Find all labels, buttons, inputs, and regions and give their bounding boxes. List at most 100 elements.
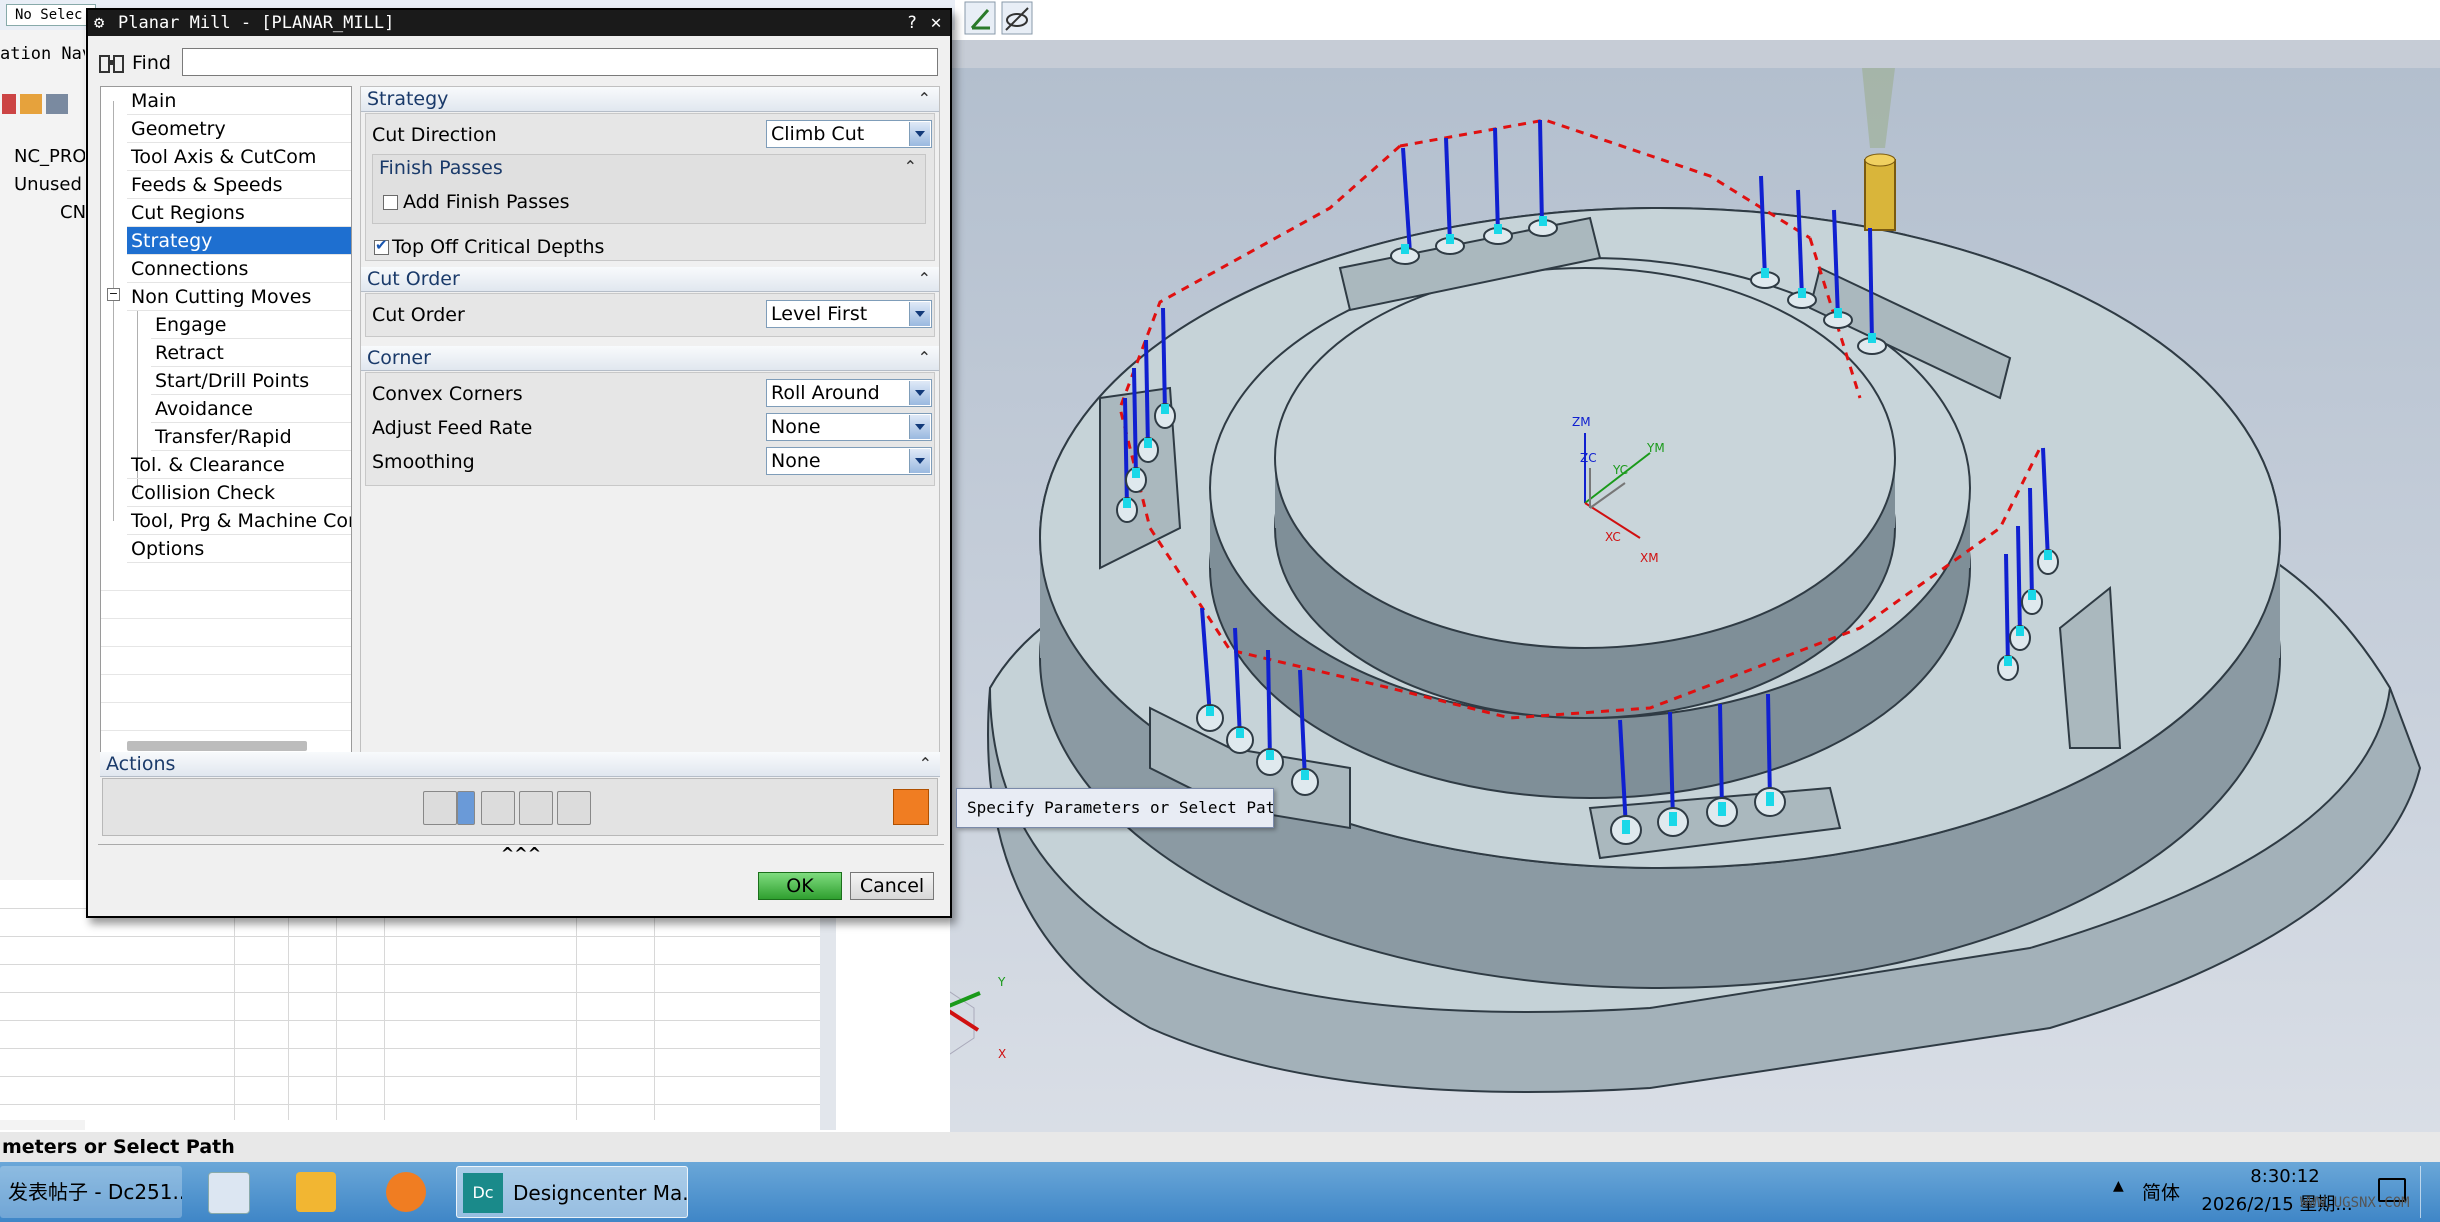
verify-icon[interactable] [519,791,553,825]
actions-section-header[interactable]: Actions ⌃ [100,752,940,777]
corner-section-header[interactable]: Corner ⌃ [361,346,939,371]
tree-item-transfer-rapid[interactable]: Transfer/Rapid [151,423,351,451]
dropdown-arrow-icon[interactable] [909,381,930,405]
taskbar-item-post[interactable]: 发表帖子 - Dc251... [0,1166,182,1218]
convex-corners-label: Convex Corners [372,383,523,405]
smoothing-value: None [771,450,821,472]
list-icon[interactable] [557,791,591,825]
tree-scrollbar[interactable] [127,741,307,751]
tree-item-tool-axis[interactable]: Tool Axis & CutCom [127,143,351,171]
find-input[interactable] [182,48,938,76]
tree-item-connections[interactable]: Connections [127,255,351,283]
chevron-up-icon[interactable]: ⌃ [904,157,917,176]
navigator-toolbar[interactable] [0,92,85,118]
cut-direction-select[interactable]: Climb Cut [766,120,932,148]
close-button[interactable]: ✕ [926,13,946,33]
tree-item-feeds-speeds[interactable]: Feeds & Speeds [127,171,351,199]
tree-item-geometry[interactable]: Geometry [127,115,351,143]
axis-label-zc: ZC [1580,451,1597,465]
clock-time[interactable]: 8:30:12 [2230,1166,2340,1187]
nav-item-unused[interactable]: Unused [0,174,85,200]
tree-item-tool-prg-machine[interactable]: Tool, Prg & Machine Cont [127,507,351,535]
ok-button[interactable]: OK [758,872,842,900]
gear-icon[interactable]: ⚙ [94,10,104,36]
generate-dropdown-icon[interactable] [457,791,475,825]
graphics-viewport[interactable]: ZM YM ZC YC XC XM Z Y X [913,68,2440,1132]
dropdown-arrow-icon[interactable] [909,449,930,473]
dropdown-arrow-icon[interactable] [909,302,930,326]
expand-dialog-button[interactable]: ^^^ [98,844,944,863]
tree-item-options[interactable]: Options [127,535,351,563]
convex-corners-select[interactable]: Roll Around [766,379,932,407]
actions-toolbar [102,778,938,836]
find-label: Find [132,52,171,74]
top-off-label: Top Off Critical Depths [392,236,605,258]
taskbar: 发表帖子 - Dc251... Dc Designcenter Ma... [0,1162,2440,1222]
navigator-title: ation Nav [0,44,85,64]
actions-heading: Actions [106,753,176,775]
cut-order-section-header[interactable]: Cut Order ⌃ [361,267,939,292]
smoothing-select[interactable]: None [766,447,932,475]
status-bar: meters or Select Path [0,1132,2440,1162]
cut-direction-label: Cut Direction [372,124,497,146]
show-desktop-button[interactable] [2420,1166,2439,1218]
triad-y: Y [997,975,1006,989]
tree-item-engage[interactable]: Engage [151,311,351,339]
cut-order-section-body: Cut Order Level First [365,293,935,337]
chevron-up-icon[interactable]: ⌃ [918,87,931,111]
strategy-section-header[interactable]: Strategy ⌃ [361,87,939,112]
binoculars-icon [99,55,124,73]
cut-order-heading: Cut Order [367,268,460,290]
parameter-tree[interactable]: Main Geometry Tool Axis & CutCom Feeds &… [100,86,352,760]
axis-label-xm: XM [1640,551,1659,565]
corner-section-body: Convex Corners Roll Around Adjust Feed R… [365,372,935,486]
selection-filter[interactable]: No Selec [6,4,96,26]
tree-item-tol-clearance[interactable]: Tol. & Clearance [127,451,351,479]
folder-icon[interactable] [296,1172,336,1212]
tree-item-non-cutting-moves[interactable]: Non Cutting Moves [127,283,351,311]
nav-item-nc-program[interactable]: NC_PRO [0,146,85,172]
adjust-feed-rate-select[interactable]: None [766,413,932,441]
tree-item-retract[interactable]: Retract [151,339,351,367]
tooltip: Specify Parameters or Select Path [956,788,1274,828]
replay-icon[interactable] [481,791,515,825]
axis-label-yc: YC [1612,463,1628,477]
cancel-button[interactable]: Cancel [850,872,934,900]
cut-order-value: Level First [771,303,868,325]
tree-item-main[interactable]: Main [127,87,351,115]
axis-label-zm: ZM [1572,415,1591,429]
adjust-feed-rate-value: None [771,416,821,438]
chevron-up-icon[interactable]: ⌃ [919,752,932,776]
strategy-panel: Strategy ⌃ Cut Direction Climb Cut Finis… [360,86,940,760]
tray-expand-icon[interactable]: ▲ [2113,1178,2124,1194]
triad-x: X [998,1047,1006,1061]
chevron-up-icon[interactable]: ⌃ [918,346,931,370]
viewport-header [950,40,2440,68]
add-finish-passes-checkbox[interactable] [383,195,398,210]
tree-item-cut-regions[interactable]: Cut Regions [127,199,351,227]
help-button[interactable]: ? [902,13,922,33]
chevron-up-icon[interactable]: ⌃ [918,267,931,291]
tree-item-collision-check[interactable]: Collision Check [127,479,351,507]
taskbar-item-designcenter[interactable]: Dc Designcenter Ma... [456,1166,688,1218]
dropdown-arrow-icon[interactable] [909,415,930,439]
dialog-titlebar[interactable]: ⚙ Planar Mill - [PLANAR_MILL] ? ✕ [88,10,950,36]
tree-item-start-drill-points[interactable]: Start/Drill Points [151,367,351,395]
ime-indicator[interactable]: 简体 [2142,1178,2180,1205]
dropdown-arrow-icon[interactable] [909,122,930,146]
designcenter-label: Designcenter Ma... [513,1181,688,1205]
notepad-icon[interactable] [208,1172,250,1214]
generate-icon[interactable] [423,791,457,825]
smoothing-label: Smoothing [372,451,475,473]
viewport-toolbar[interactable] [955,0,2440,41]
tree-item-strategy[interactable]: Strategy [127,227,351,255]
tree-item-avoidance[interactable]: Avoidance [151,395,351,423]
part-model-view[interactable]: ZM YM ZC YC XC XM Z Y X [913,68,2440,1132]
nav-item-cn[interactable]: CN [0,202,85,228]
top-off-critical-depths-checkbox[interactable] [374,236,389,255]
specify-path-icon[interactable] [893,789,929,825]
corner-heading: Corner [367,347,431,369]
browser-icon[interactable] [386,1172,426,1212]
cut-order-select[interactable]: Level First [766,300,932,328]
collapse-icon[interactable]: − [107,288,120,301]
